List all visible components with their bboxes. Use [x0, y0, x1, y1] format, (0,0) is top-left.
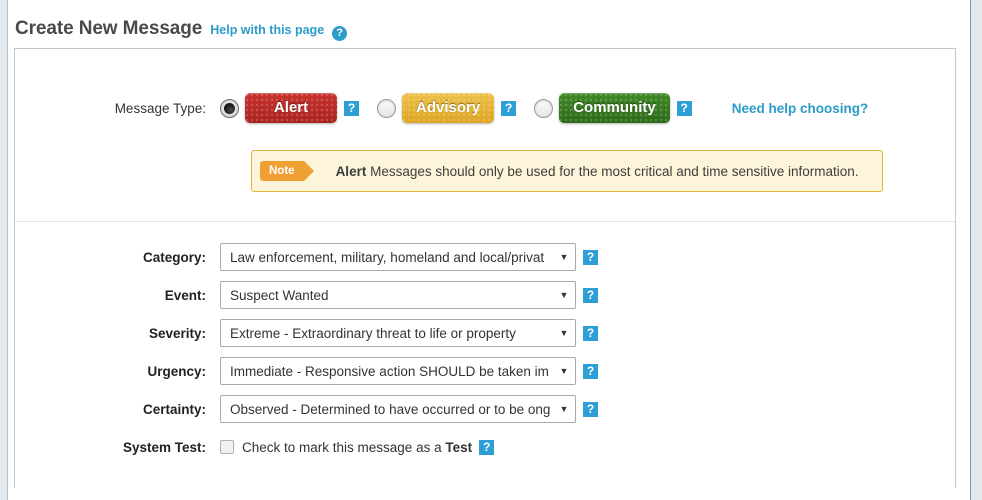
radio-advisory[interactable]: [377, 98, 396, 118]
help-with-page-link[interactable]: Help with this page: [210, 23, 324, 37]
select-urgency-value: Immediate - Responsive action SHOULD be …: [230, 363, 549, 379]
question-circle-icon[interactable]: ?: [332, 26, 348, 41]
select-certainty-value: Observed - Determined to have occurred o…: [230, 401, 551, 417]
message-type-label: Message Type:: [114, 100, 206, 116]
help-icon-event[interactable]: [583, 287, 598, 303]
help-icon-category[interactable]: [583, 249, 598, 265]
chevron-down-icon: ▼: [559, 252, 569, 262]
select-severity-value: Extreme - Extraordinary threat to life o…: [230, 325, 516, 341]
chevron-down-icon: ▼: [559, 328, 569, 338]
form-row-event: Event: Suspect Wanted ▼: [15, 276, 955, 314]
form-row-severity: Severity: Extreme - Extraordinary threat…: [15, 314, 955, 352]
help-icon-urgency[interactable]: [583, 363, 598, 379]
window-scrollbar-strip[interactable]: [970, 0, 982, 500]
window-left-edge: [0, 0, 8, 500]
type-button-community[interactable]: Community: [559, 93, 670, 123]
type-button-community-label: Community: [573, 99, 656, 116]
help-icon-certainty[interactable]: [583, 401, 598, 417]
system-test-text-lead: Check to mark this message as a: [242, 439, 446, 455]
help-icon-community[interactable]: [676, 100, 692, 116]
help-icon-severity[interactable]: [583, 325, 598, 341]
label-certainty: Certainty:: [142, 401, 206, 417]
chevron-down-icon: ▼: [559, 366, 569, 376]
type-button-alert[interactable]: Alert: [245, 93, 337, 123]
label-severity: Severity:: [148, 325, 206, 341]
select-event-value: Suspect Wanted: [230, 287, 329, 303]
note-bold-lead: Alert: [335, 163, 367, 179]
checkbox-system-test[interactable]: [220, 440, 234, 454]
system-test-text: Check to mark this message as a Test: [242, 440, 472, 455]
note-body: Messages should only be used for the mos…: [366, 163, 859, 179]
form-row-urgency: Urgency: Immediate - Responsive action S…: [15, 352, 955, 390]
type-button-advisory-label: Advisory: [416, 99, 481, 116]
message-type-option-advisory[interactable]: Advisory: [377, 93, 517, 123]
message-type-row: Message Type: Alert Advisory Community: [15, 93, 868, 123]
select-event[interactable]: Suspect Wanted ▼: [220, 281, 576, 309]
need-help-choosing-link[interactable]: Need help choosing?: [732, 101, 869, 116]
label-category: Category:: [142, 249, 206, 265]
label-urgency: Urgency:: [147, 363, 206, 379]
select-category[interactable]: Law enforcement, military, homeland and …: [220, 243, 576, 271]
help-icon-advisory[interactable]: [501, 100, 517, 116]
label-system-test: System Test:: [122, 439, 206, 455]
select-severity[interactable]: Extreme - Extraordinary threat to life o…: [220, 319, 576, 347]
radio-alert[interactable]: [220, 98, 239, 118]
page-header: Create New Message Help with this page ?: [15, 18, 348, 41]
type-button-advisory[interactable]: Advisory: [402, 93, 495, 123]
note-text: Alert Messages should only be used for t…: [336, 164, 859, 179]
select-category-value: Law enforcement, military, homeland and …: [230, 249, 545, 265]
message-type-section: Message Type: Alert Advisory Community: [15, 49, 955, 222]
note-box: Note Alert Messages should only be used …: [251, 150, 883, 192]
page-title: Create New Message: [15, 18, 203, 39]
message-type-option-alert[interactable]: Alert: [220, 93, 359, 123]
select-certainty[interactable]: Observed - Determined to have occurred o…: [220, 395, 576, 423]
radio-community[interactable]: [534, 98, 554, 118]
type-button-alert-label: Alert: [273, 99, 309, 116]
chevron-down-icon: ▼: [559, 404, 569, 414]
form-row-certainty: Certainty: Observed - Determined to have…: [15, 390, 955, 428]
create-message-panel: Message Type: Alert Advisory Community: [14, 48, 956, 488]
form-row-system-test: System Test: Check to mark this message …: [15, 428, 955, 466]
chevron-down-icon: ▼: [559, 290, 569, 300]
label-event: Event:: [164, 287, 206, 303]
help-icon-system-test[interactable]: [479, 439, 495, 455]
message-type-option-community[interactable]: Community: [534, 93, 692, 123]
help-icon-alert[interactable]: [344, 100, 359, 116]
select-urgency[interactable]: Immediate - Responsive action SHOULD be …: [220, 357, 576, 385]
message-details-section: Category: Law enforcement, military, hom…: [15, 222, 955, 466]
form-row-category: Category: Law enforcement, military, hom…: [15, 238, 955, 276]
note-badge: Note: [260, 161, 314, 181]
system-test-bold-word: Test: [445, 439, 473, 455]
